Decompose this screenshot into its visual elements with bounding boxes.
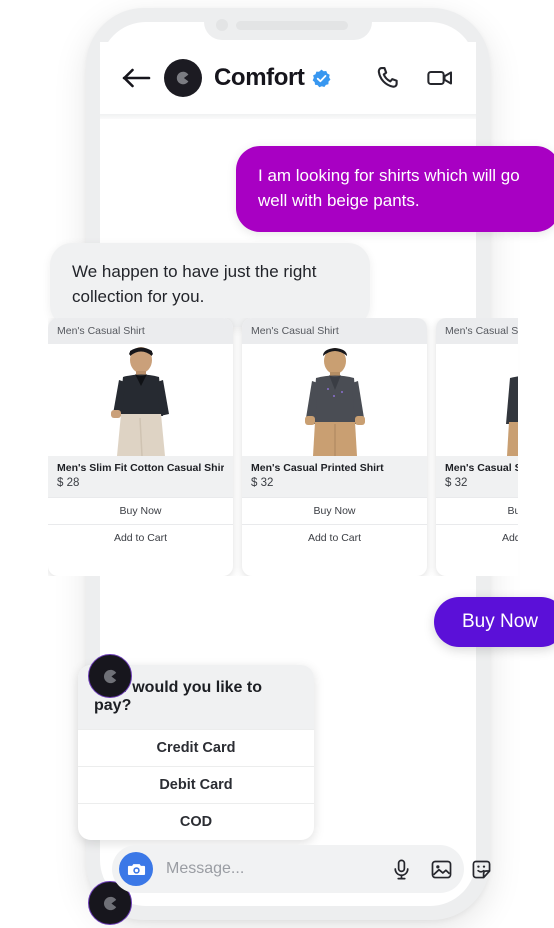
bot-avatar-badge bbox=[88, 654, 132, 698]
product-title: Men's Casual Printed Shirt bbox=[251, 462, 384, 474]
page-title: Comfort bbox=[214, 64, 305, 91]
chat-message-list: I am looking for shirts which will go we… bbox=[48, 119, 554, 925]
product-card[interactable]: Men's Casual Shirt bbox=[48, 318, 233, 576]
product-image bbox=[242, 344, 427, 456]
product-card-header: Men's Casual Shirt bbox=[436, 318, 518, 344]
payment-option-cod[interactable]: COD bbox=[78, 803, 314, 840]
product-info: Men's Slim Fit Cotton Casual Shirt $ 28 bbox=[48, 456, 233, 497]
product-image bbox=[436, 344, 518, 456]
message-input[interactable] bbox=[166, 860, 373, 878]
product-info: Men's Casual Printed Shirt $ 32 bbox=[242, 456, 427, 497]
brand-c-logo bbox=[176, 71, 189, 85]
chat-header: Comfort bbox=[100, 42, 476, 114]
model-illustration-icon bbox=[110, 347, 169, 456]
product-card[interactable]: Men's Casual Shirt Men's Casual Shirt $ … bbox=[436, 318, 518, 576]
buy-now-reply-bubble[interactable]: Buy Now bbox=[434, 597, 554, 647]
sticker-icon[interactable] bbox=[470, 858, 493, 881]
back-arrow-icon[interactable] bbox=[122, 65, 152, 91]
bot-message-bubble: We happen to have just the right collect… bbox=[50, 243, 370, 327]
image-icon[interactable] bbox=[430, 858, 453, 881]
microphone-icon[interactable] bbox=[390, 858, 413, 881]
product-image bbox=[48, 344, 233, 456]
phone-icon[interactable] bbox=[374, 64, 402, 92]
header-divider bbox=[100, 114, 476, 119]
brand-c-logo bbox=[103, 896, 116, 910]
camera-icon bbox=[127, 863, 145, 875]
product-card-header: Men's Casual Shirt bbox=[242, 318, 427, 344]
product-title: Men's Slim Fit Cotton Casual Shirt bbox=[57, 462, 224, 474]
buy-now-button[interactable]: Buy Now bbox=[242, 497, 427, 524]
product-title: Men's Casual Shirt bbox=[445, 462, 518, 474]
product-info: Men's Casual Shirt $ 32 bbox=[436, 456, 518, 497]
phone-notch bbox=[204, 10, 372, 40]
brand-c-logo bbox=[103, 669, 116, 683]
model-illustration-icon bbox=[505, 357, 518, 456]
payment-option-credit-card[interactable]: Credit Card bbox=[78, 729, 314, 766]
front-camera-icon bbox=[216, 19, 228, 31]
buy-now-button[interactable]: Buy Now bbox=[48, 497, 233, 524]
add-to-cart-button[interactable]: Add to Cart bbox=[48, 524, 233, 551]
user-message-bubble: I am looking for shirts which will go we… bbox=[236, 146, 554, 232]
add-to-cart-button[interactable]: Add to Cart bbox=[242, 524, 427, 551]
model-illustration-icon bbox=[304, 348, 365, 456]
product-price: $ 32 bbox=[251, 477, 274, 489]
message-input-bar bbox=[112, 845, 491, 893]
earpiece-speaker bbox=[236, 21, 348, 30]
video-camera-icon[interactable] bbox=[426, 64, 454, 92]
add-to-cart-button[interactable]: Add to Cart bbox=[436, 524, 518, 551]
product-card-header: Men's Casual Shirt bbox=[48, 318, 233, 344]
product-price: $ 28 bbox=[57, 477, 80, 489]
camera-button[interactable] bbox=[119, 852, 153, 886]
avatar[interactable] bbox=[164, 59, 202, 97]
product-card[interactable]: Men's Casual Shirt bbox=[242, 318, 427, 576]
payment-option-debit-card[interactable]: Debit Card bbox=[78, 766, 314, 803]
screenshot-root: Comfort I am looking for shirts which wi… bbox=[0, 0, 554, 928]
verified-badge-icon bbox=[312, 69, 330, 87]
buy-now-button[interactable]: Buy Now bbox=[436, 497, 518, 524]
product-price: $ 32 bbox=[445, 477, 468, 489]
product-carousel[interactable]: Men's Casual Shirt Men's Slim Fit Cotton… bbox=[48, 318, 518, 576]
